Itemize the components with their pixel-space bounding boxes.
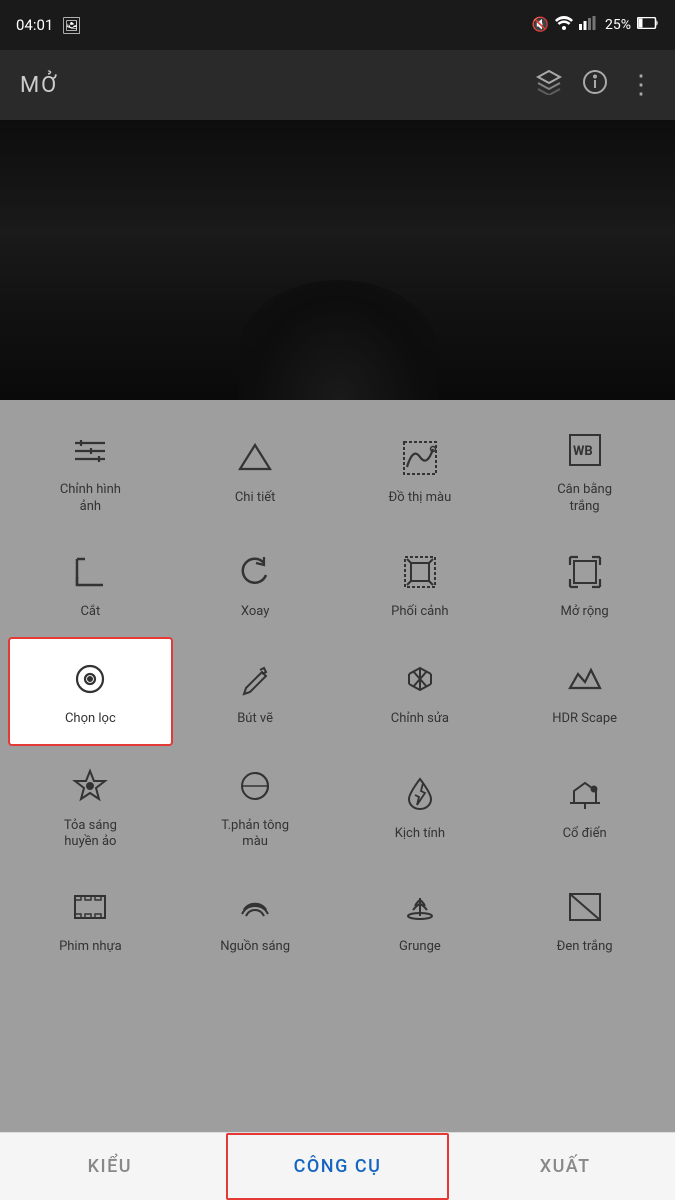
- layers-icon[interactable]: [536, 69, 562, 101]
- tools-grid: Chỉnh hìnhảnh Chi tiết: [0, 410, 675, 972]
- tool-tphan-tong-mau[interactable]: T.phản tôngmàu: [173, 746, 338, 868]
- bottom-nav: KIỂU CÔNG CỤ XUẤT: [0, 1132, 675, 1200]
- tool-kich-tinh[interactable]: Kịch tính: [338, 746, 503, 868]
- tool-kich-tinh-label: Kịch tính: [395, 826, 445, 843]
- tool-toa-sang[interactable]: Tỏa sánghuyền ảo: [8, 746, 173, 868]
- mute-icon: 🔇: [532, 17, 549, 33]
- photo-icon: 🖼: [61, 16, 81, 35]
- tool-co-dien-label: Cổ điển: [563, 826, 607, 843]
- tool-can-bang-trang[interactable]: WB Cân bằngtrắng: [502, 410, 667, 532]
- nav-cong-cu[interactable]: CÔNG CỤ: [226, 1133, 450, 1200]
- tool-den-trang-label: Đen trắng: [557, 939, 613, 956]
- tool-cat[interactable]: Cắt: [8, 532, 173, 637]
- tool-cat-label: Cắt: [80, 604, 100, 621]
- tool-phoi-canh-label: Phối cảnh: [391, 604, 448, 621]
- tool-hdr-scape[interactable]: HDR Scape: [502, 637, 667, 746]
- tool-nguon-sang-label: Nguồn sáng: [220, 939, 290, 956]
- tool-mo-rong[interactable]: Mở rộng: [502, 532, 667, 637]
- tool-chinh-sua[interactable]: Chỉnh sửa: [338, 637, 503, 746]
- tool-but-ve[interactable]: Bút vẽ: [173, 637, 338, 746]
- time-display: 04:01: [16, 16, 53, 34]
- tool-grunge[interactable]: Grunge: [338, 867, 503, 972]
- signal-icon: [579, 16, 599, 34]
- tool-chon-loc[interactable]: Chọn lọc: [8, 637, 173, 746]
- tool-hdr-scape-label: HDR Scape: [552, 711, 617, 728]
- tool-phim-nhua[interactable]: Phim nhựa: [8, 867, 173, 972]
- tool-den-trang[interactable]: Đen trắng: [502, 867, 667, 972]
- tool-chon-loc-label: Chọn lọc: [65, 711, 116, 728]
- tool-chinh-hinh-label: Chỉnh hìnhảnh: [60, 482, 121, 516]
- tool-nguon-sang[interactable]: Nguồn sáng: [173, 867, 338, 972]
- more-icon[interactable]: ⋮: [628, 70, 655, 100]
- tool-grunge-label: Grunge: [399, 939, 441, 956]
- page-title: MỞ: [20, 73, 58, 98]
- nav-xuat[interactable]: XUẤT: [455, 1133, 675, 1200]
- tool-xoay-label: Xoay: [241, 604, 270, 621]
- battery-display: 25%: [605, 17, 631, 33]
- tool-xoay[interactable]: Xoay: [173, 532, 338, 637]
- tool-co-dien[interactable]: Cổ điển: [502, 746, 667, 868]
- tool-toa-sang-label: Tỏa sánghuyền ảo: [64, 818, 117, 852]
- status-bar: 04:01 🖼 🔇 25%: [0, 0, 675, 50]
- tool-mo-rong-label: Mở rộng: [561, 604, 609, 621]
- tools-area: Chỉnh hìnhảnh Chi tiết: [0, 400, 675, 1200]
- tool-do-thi-mau[interactable]: Đồ thị màu: [338, 410, 503, 532]
- top-bar: MỞ ⋮: [0, 50, 675, 120]
- info-icon[interactable]: [582, 69, 608, 101]
- wifi-icon: [555, 16, 573, 34]
- svg-text:WB: WB: [573, 444, 593, 459]
- tool-do-thi-mau-label: Đồ thị màu: [388, 490, 451, 507]
- tool-chinh-hinh[interactable]: Chỉnh hìnhảnh: [8, 410, 173, 532]
- tool-chinh-sua-label: Chỉnh sửa: [391, 711, 449, 728]
- nav-kieu[interactable]: KIỂU: [0, 1133, 220, 1200]
- tool-tphan-tong-mau-label: T.phản tôngmàu: [221, 818, 289, 852]
- tool-can-bang-trang-label: Cân bằngtrắng: [557, 482, 612, 516]
- tool-but-ve-label: Bút vẽ: [237, 711, 273, 728]
- tool-phoi-canh[interactable]: Phối cảnh: [338, 532, 503, 637]
- battery-icon: [637, 17, 659, 33]
- tool-phim-nhua-label: Phim nhựa: [59, 939, 122, 956]
- tool-chi-tiet[interactable]: Chi tiết: [173, 410, 338, 532]
- image-preview: [0, 120, 675, 400]
- tool-chi-tiet-label: Chi tiết: [235, 490, 276, 507]
